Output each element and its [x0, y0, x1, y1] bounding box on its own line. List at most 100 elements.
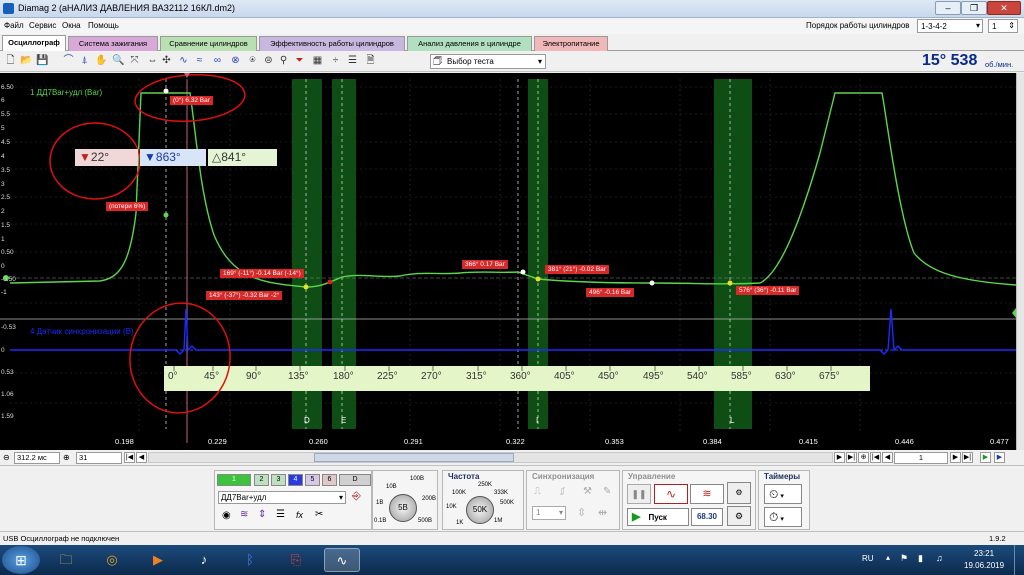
settings-button[interactable]: ⚙ [727, 506, 751, 526]
tab-ignition[interactable]: Система зажигания [68, 36, 158, 51]
crosshair-icon[interactable]: ✣ [160, 54, 173, 67]
timebase-select[interactable]: 312.2 мс [14, 452, 60, 464]
minimize-button[interactable]: – [935, 1, 961, 15]
menu-file[interactable]: Файл [4, 21, 24, 30]
fit-icon[interactable]: ⇔ [146, 54, 159, 67]
first-page-button[interactable]: |◀ [124, 452, 135, 463]
range-knob[interactable]: 5В [389, 494, 417, 522]
wave-icon[interactable]: ∿ [177, 54, 190, 67]
tray-network-icon[interactable]: ▮ [918, 553, 923, 564]
marker-point-3[interactable] [520, 269, 526, 275]
language-indicator[interactable]: RU [862, 554, 874, 563]
new-file-icon[interactable]: 🗋 [4, 54, 17, 67]
sync-edge-icon[interactable]: ⎍ [534, 486, 541, 497]
list-icon[interactable]: ☰ [346, 54, 359, 67]
prev-page-button[interactable]: ◀ [136, 452, 147, 463]
test-select[interactable]: 🗇 Выбор теста ▾ [430, 54, 546, 69]
tray-flag-icon[interactable]: ⚑ [900, 553, 908, 564]
sync-fall-icon[interactable]: ⎎ [560, 486, 565, 497]
sync-settings-icon[interactable]: ✎ [603, 486, 611, 497]
measure-icon[interactable]: ⍋ [78, 54, 91, 67]
record-next-button[interactable]: ▶ [950, 452, 961, 463]
show-desktop-button[interactable] [1014, 545, 1024, 575]
diamag-taskbar-icon[interactable]: ∿ [324, 548, 360, 572]
explorer-icon[interactable]: 🗀 [48, 548, 84, 572]
cylinder-count-select[interactable]: 1 ⇕ [988, 19, 1018, 33]
overlay-icon[interactable]: ∞ [211, 54, 224, 67]
record-prev-button[interactable]: ◀ [882, 452, 893, 463]
save-icon[interactable]: 💾 [36, 54, 49, 67]
menu-service[interactable]: Сервис [29, 21, 56, 30]
peak-point[interactable] [163, 88, 169, 94]
wave-scale-icon[interactable]: ≈ [193, 54, 206, 67]
start-menu-button[interactable]: ⊞ [2, 546, 40, 574]
channel-button-2[interactable]: 2 [254, 474, 269, 486]
play-button[interactable]: ▶ [980, 452, 991, 463]
bluetooth-icon[interactable]: ᛒ [232, 548, 268, 572]
channel-button-3[interactable]: 3 [271, 474, 286, 486]
tray-up-icon[interactable]: ▴ [886, 553, 890, 562]
channel-button-1[interactable]: 1 [217, 474, 251, 486]
frequency-knob[interactable]: 50K [466, 496, 494, 524]
eye-icon[interactable]: ◉ [222, 510, 231, 521]
sync-lr-icon[interactable]: ⇹ [598, 506, 607, 519]
open-folder-icon[interactable]: 📂 [20, 54, 33, 67]
page-input[interactable]: 1 [894, 452, 948, 464]
zoom-in-icon[interactable]: ⊕ [63, 453, 70, 462]
scroll-thumb[interactable] [314, 453, 514, 462]
channel-button-4[interactable]: 4 [288, 474, 303, 486]
divide-icon[interactable]: ÷ [329, 54, 342, 67]
filter-icon[interactable]: ⚲ [277, 54, 290, 67]
audio-icon[interactable]: ♪ [186, 548, 222, 572]
channel1-label[interactable]: 1 ДД7Вar+удл (Bar) [30, 88, 102, 97]
chrome-icon[interactable]: ◎ [94, 548, 130, 572]
noise-mode-button[interactable]: ≋ [690, 484, 724, 504]
tray-volume-icon[interactable]: ♫ [936, 553, 943, 563]
channels-icon[interactable]: ⊗ [229, 54, 242, 67]
channel-button-6[interactable]: 6 [322, 474, 337, 486]
sync-select[interactable]: 1 ▾ [532, 506, 566, 520]
tab-oscilloscope[interactable]: Осциллограф [2, 35, 66, 51]
close-button[interactable]: ✕ [987, 1, 1021, 15]
zoom-area-icon[interactable]: ⤧ [128, 54, 141, 67]
clock-date[interactable]: 19.06.2019 [964, 561, 1004, 570]
record-first-button[interactable]: |◀ [870, 452, 881, 463]
marker-point-4[interactable] [535, 276, 541, 282]
start-button[interactable]: ▶ Пуск [627, 508, 689, 526]
cursor-icon[interactable]: ⌒ [62, 54, 75, 67]
next-page-button[interactable]: ▶ [834, 452, 845, 463]
menu-help[interactable]: Помощь [88, 21, 119, 30]
play-fast-button[interactable]: ▶ [994, 452, 1005, 463]
marker-point-1[interactable] [303, 284, 309, 290]
cylinder-order-select[interactable]: 1-3-4-2 ▾ [917, 19, 983, 33]
notes-icon[interactable]: 🗎 [364, 54, 377, 67]
maximize-button[interactable]: ❐ [961, 1, 987, 15]
pause-button[interactable]: ❚❚ [627, 484, 651, 504]
sensor-icon[interactable]: ⎆ [352, 490, 361, 503]
media-player-icon[interactable]: ▶ [140, 548, 176, 572]
cylinder-mark-icon[interactable]: ⏷ [293, 54, 306, 67]
tools-icon[interactable]: ✂ [315, 509, 323, 520]
timer-button-2[interactable]: ⏱ ▾ [764, 507, 802, 527]
trigger-icon[interactable]: ⍟ [246, 54, 259, 67]
sync-updown-icon[interactable]: ⇳ [577, 506, 586, 519]
auto-button[interactable]: ⚙ [727, 482, 751, 504]
tab-power[interactable]: Электропитание [534, 36, 608, 51]
last-page-button[interactable]: ▶| [846, 452, 857, 463]
updown-icon[interactable]: ⇕ [258, 509, 266, 520]
tab-cylinder-compare[interactable]: Сравнение цилиндров [160, 36, 257, 51]
menu-windows[interactable]: Окна [62, 21, 81, 30]
channel4-label[interactable]: 4 Датчик синхронизации (В) [30, 327, 134, 336]
sine-mode-button[interactable]: ∿ [654, 484, 688, 504]
channel-num-select[interactable]: 31 [76, 452, 122, 464]
table-icon[interactable]: ▦ [311, 54, 324, 67]
zoom-icon[interactable]: 🔍 [112, 54, 125, 67]
sync-tool-icon[interactable]: ⚒ [583, 486, 592, 497]
timer-button-1[interactable]: ⏲ ▾ [764, 484, 802, 504]
tab-pressure-analysis[interactable]: Анализ давления в цилиндре [407, 36, 532, 51]
add-button[interactable]: ⊕ [858, 452, 869, 463]
loss-point[interactable] [163, 212, 169, 218]
wave-icon[interactable]: ≋ [240, 509, 248, 520]
vertical-scrollbar[interactable] [1016, 73, 1024, 450]
marker-point-5[interactable] [649, 280, 655, 286]
